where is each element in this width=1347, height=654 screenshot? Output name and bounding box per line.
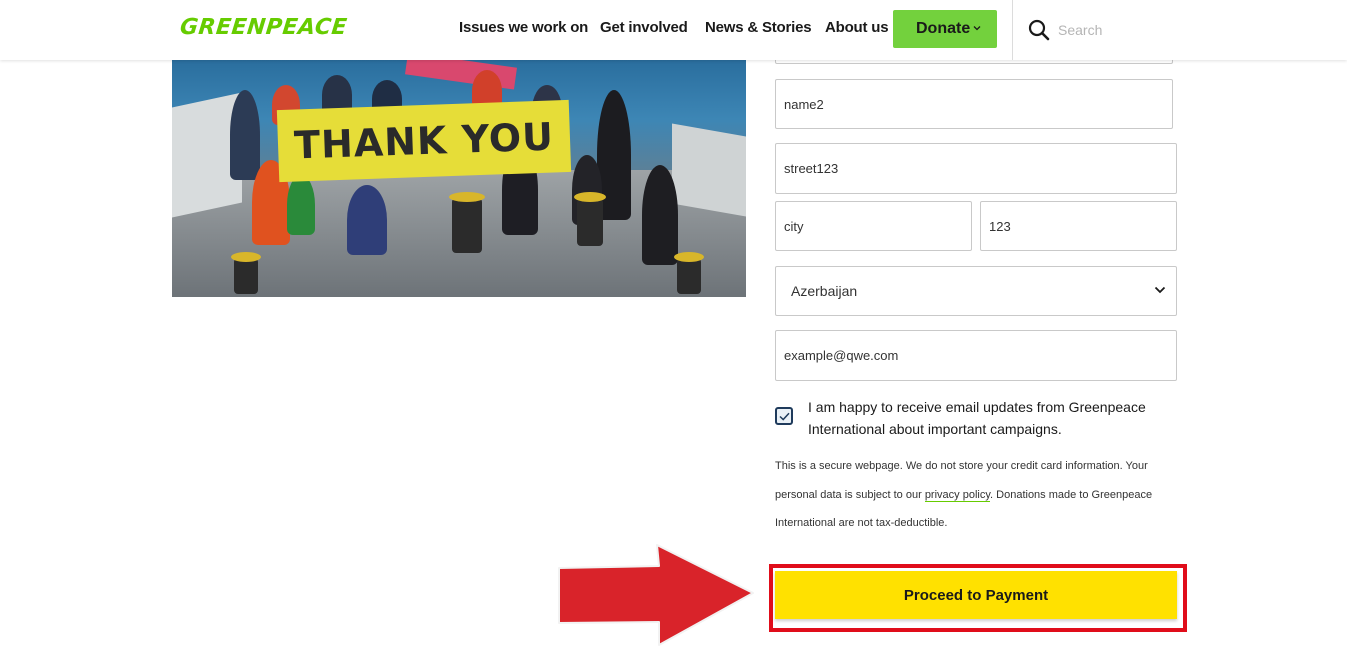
crew-member — [287, 175, 315, 235]
crew-member — [642, 165, 678, 265]
crew-member — [230, 90, 260, 180]
zip-value: 123 — [989, 218, 1011, 234]
chevron-down-icon — [973, 26, 981, 31]
nav-about-us[interactable]: About us — [825, 19, 889, 36]
nav-news-stories[interactable]: News & Stories — [705, 19, 812, 36]
nav-get-involved[interactable]: Get involved — [600, 19, 688, 36]
deck-bollard — [574, 192, 606, 246]
header-divider — [1012, 0, 1013, 60]
chevron-down-icon — [1154, 286, 1166, 294]
country-select[interactable]: Azerbaijan — [775, 266, 1177, 316]
thank-you-crew-photo: THANK YOU — [172, 60, 746, 297]
last-name-field[interactable]: name2 — [775, 79, 1173, 129]
donate-button[interactable]: Donate — [893, 10, 997, 48]
search-icon[interactable] — [1028, 19, 1050, 41]
deck-bollard — [449, 192, 485, 253]
greenpeace-logo[interactable]: GREENPEACE — [179, 15, 349, 40]
privacy-policy-link[interactable]: privacy policy — [924, 488, 991, 502]
last-name-value: name2 — [784, 96, 824, 112]
site-header: GREENPEACE Issues we work on Get involve… — [0, 0, 1347, 60]
zip-field[interactable]: 123 — [980, 201, 1177, 251]
checkmark-icon — [779, 412, 790, 421]
red-arrow-annotation — [558, 544, 754, 646]
ship-rail — [672, 123, 746, 217]
proceed-to-payment-button[interactable]: Proceed to Payment — [775, 571, 1177, 619]
secure-webpage-notice: This is a secure webpage. We do not stor… — [775, 452, 1167, 538]
city-field[interactable]: city — [775, 201, 972, 251]
city-value: city — [784, 218, 804, 234]
street-value: street123 — [784, 161, 839, 176]
email-field[interactable]: example@qwe.com — [775, 330, 1177, 381]
email-consent-checkbox[interactable] — [775, 407, 793, 425]
email-value: example@qwe.com — [784, 348, 899, 363]
email-consent-label[interactable]: I am happy to receive email updates from… — [808, 396, 1168, 440]
nav-issues-we-work-on[interactable]: Issues we work on — [459, 19, 588, 36]
country-value: Azerbaijan — [791, 283, 858, 299]
search-input[interactable] — [1058, 18, 1208, 42]
donate-label: Donate — [916, 20, 971, 37]
deck-bollard — [674, 252, 704, 294]
deck-bollard — [231, 252, 261, 294]
thank-you-banner: THANK YOU — [276, 99, 572, 183]
street-field[interactable]: street123 — [775, 143, 1177, 194]
crew-member — [347, 185, 387, 255]
